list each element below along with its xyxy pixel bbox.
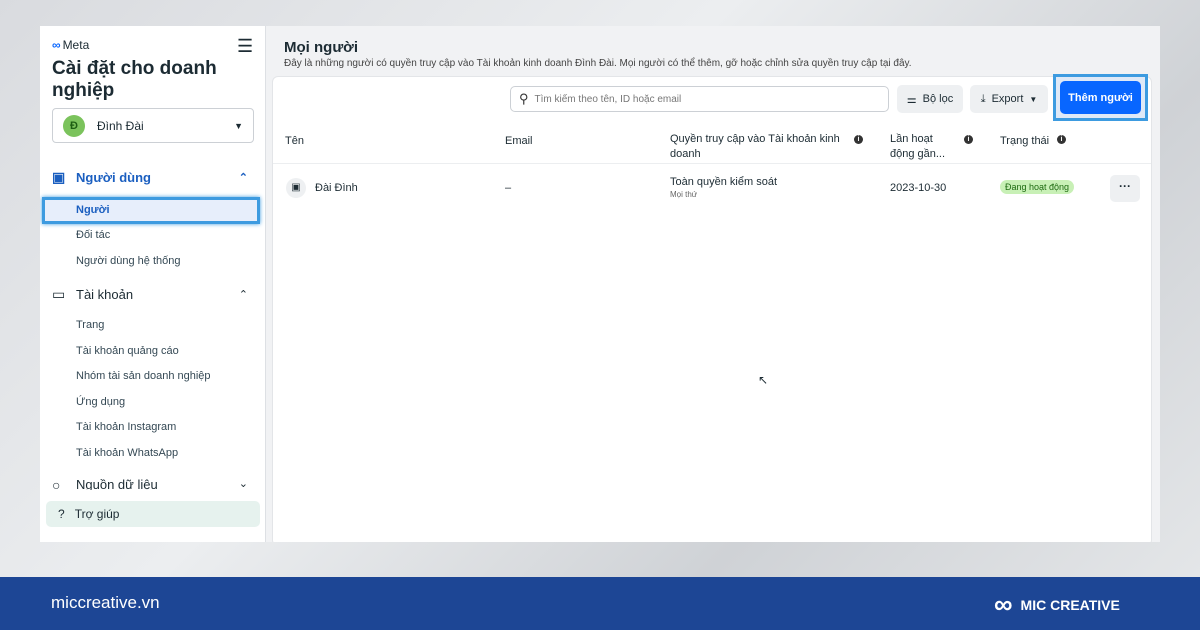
person-icon: ○ xyxy=(52,477,61,490)
page-description: Đây là những người có quyền truy cập vào… xyxy=(284,58,912,69)
caret-down-icon: ▼ xyxy=(1029,94,1038,104)
export-button[interactable]: ⤓ Export ▼ xyxy=(970,85,1048,113)
divider xyxy=(273,163,1151,164)
sidebar-item-asset-groups[interactable]: Nhóm tài sản doanh nghiệp xyxy=(76,370,211,382)
footer-banner: miccreative.vn ∞ MIC CREATIVE xyxy=(0,577,1200,630)
search-icon: ⚲ xyxy=(519,91,529,106)
section-label: Nguồn dữ liệu xyxy=(76,477,158,490)
users-icon: ▣ xyxy=(52,169,66,185)
people-table-card: ⚲ Tìm kiếm theo tên, ID hoặc email ⚌ Bộ lọ… xyxy=(272,74,1152,542)
status-badge: Đang hoạt động xyxy=(1000,180,1075,194)
chevron-down-icon: ⌄ xyxy=(238,478,248,490)
main-content: Mọi người Đây là những người có quyền tr… xyxy=(267,26,1160,542)
filter-label: Bộ lọc xyxy=(922,93,954,105)
avatar: Đ xyxy=(63,114,85,137)
filter-button[interactable]: ⚌ Bộ lọc xyxy=(897,85,963,113)
meta-logo[interactable]: ∞ Meta xyxy=(52,38,89,52)
col-email[interactable]: Email xyxy=(505,134,533,149)
row-access: Toàn quyền kiểm soát xyxy=(670,176,778,188)
export-label: Export xyxy=(991,93,1024,105)
screenshot-window: ∞ Meta ☰ Cài đặt cho doanh nghiệp Đ Đình Đ… xyxy=(40,26,1160,542)
sidebar-item-apps[interactable]: Ứng dụng xyxy=(76,396,125,408)
brand-name: MIC CREATIVE xyxy=(1020,596,1120,613)
sidebar-section-data-sources[interactable]: ○ Nguồn dữ liệu ⌄ xyxy=(52,477,248,490)
add-people-highlight: Thêm người xyxy=(1053,74,1148,121)
row-access-sub: Mọi thứ xyxy=(670,190,698,199)
question-icon: ? xyxy=(58,507,65,521)
page-title: Mọi người xyxy=(284,39,359,56)
chevron-up-icon: ⌃ xyxy=(238,172,248,184)
section-label: Tài khoản xyxy=(76,287,134,302)
archive-icon: ▭ xyxy=(52,286,66,302)
selected-highlight xyxy=(42,197,260,224)
sidebar-item-whatsapp[interactable]: Tài khoản WhatsApp xyxy=(76,447,178,459)
col-access[interactable]: Quyền truy cập vào Tài khoản kinh doanh xyxy=(670,132,840,162)
col-status[interactable]: Trạng thái xyxy=(1000,134,1049,149)
chevron-up-icon: ⌃ xyxy=(238,289,248,301)
sidebar-item-ad-accounts[interactable]: Tài khoản quảng cáo xyxy=(76,345,179,357)
row-email: – xyxy=(505,182,512,194)
help-button[interactable]: ? Trợ giúp xyxy=(46,501,260,527)
user-badge-icon: ▣ xyxy=(286,178,306,198)
sidebar-title: Cài đặt cho doanh nghiệp xyxy=(52,58,217,101)
sidebar-item-people[interactable]: Người xyxy=(76,204,110,216)
sidebar-section-accounts[interactable]: ▭ Tài khoản ⌃ xyxy=(52,286,248,303)
sidebar-item-instagram[interactable]: Tài khoản Instagram xyxy=(76,421,176,433)
sidebar-item-system-users[interactable]: Người dùng hệ thống xyxy=(76,255,180,267)
account-name: Đình Đài xyxy=(97,118,144,133)
meta-infinity-icon: ∞ xyxy=(52,38,61,52)
col-name[interactable]: Tên xyxy=(285,134,304,149)
more-options-button[interactable]: ··· xyxy=(1110,175,1140,202)
meta-logo-text: Meta xyxy=(62,38,90,52)
account-selector[interactable]: Đ Đình Đài ▼ xyxy=(52,108,254,143)
row-last-active: 2023-10-30 xyxy=(890,182,947,194)
sidebar-item-pages[interactable]: Trang xyxy=(76,319,104,331)
col-last-active[interactable]: Lần hoạt động gần... xyxy=(890,132,950,162)
infinity-logo-icon: ∞ xyxy=(994,589,1013,619)
brand-logo: ∞ MIC CREATIVE xyxy=(994,589,1120,620)
search-input[interactable]: ⚲ Tìm kiếm theo tên, ID hoặc email xyxy=(510,86,889,112)
section-label: Người dùng xyxy=(76,170,151,185)
info-icon[interactable]: i xyxy=(854,135,863,144)
sidebar: ∞ Meta ☰ Cài đặt cho doanh nghiệp Đ Đình Đ… xyxy=(40,26,266,542)
sliders-icon: ⚌ xyxy=(906,93,917,106)
help-label: Trợ giúp xyxy=(74,507,120,521)
footer-site: miccreative.vn xyxy=(51,593,160,612)
row-name[interactable]: Đài Đình xyxy=(315,182,358,194)
info-icon[interactable]: i xyxy=(1057,135,1066,144)
sidebar-item-partners[interactable]: Đối tác xyxy=(76,229,110,241)
info-icon[interactable]: i xyxy=(964,135,973,144)
add-people-button[interactable]: Thêm người xyxy=(1060,81,1141,114)
search-placeholder: Tìm kiếm theo tên, ID hoặc email xyxy=(534,93,682,105)
sidebar-section-users[interactable]: ▣ Người dùng ⌃ xyxy=(52,169,248,186)
mouse-cursor-icon: ↖ xyxy=(758,373,769,387)
caret-down-icon: ▼ xyxy=(234,120,243,131)
menu-icon[interactable]: ☰ xyxy=(237,36,253,57)
download-icon: ⤓ xyxy=(980,92,986,105)
